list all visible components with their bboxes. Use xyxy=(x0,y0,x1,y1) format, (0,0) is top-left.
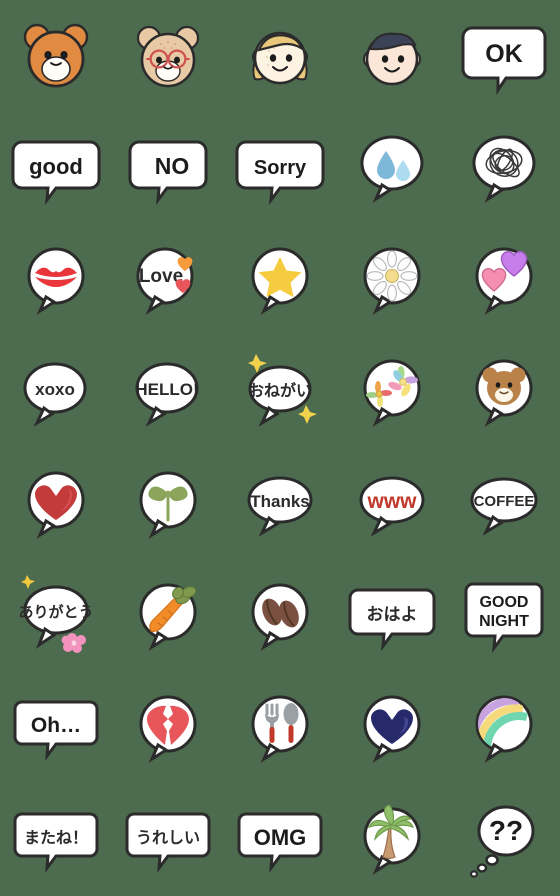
emoji-cell-bubble-xoxo[interactable]: xoxo xyxy=(0,336,112,448)
emoji-cell-bubble-navy-heart[interactable] xyxy=(336,672,448,784)
bubble-label-line2: NIGHT xyxy=(479,613,529,630)
emoji-cell-girl-face-blonde[interactable] xyxy=(224,0,336,112)
emoji-cell-bubble-scribble[interactable] xyxy=(448,112,560,224)
emoji-cell-bubble-love[interactable]: Love xyxy=(112,224,224,336)
emoji-cell-bubble-rainbow[interactable] xyxy=(448,672,560,784)
emoji-cell-bubble-ohayo[interactable]: おはよ xyxy=(336,560,448,672)
emoji-cell-bubble-kiss-lips[interactable] xyxy=(0,224,112,336)
bubble-label: おねがい xyxy=(248,381,312,400)
bubble-label: Oh… xyxy=(31,714,81,737)
bubble-label: good xyxy=(29,154,83,179)
flower-icon xyxy=(21,575,35,589)
emoji-cell-bubble-broken-heart[interactable] xyxy=(112,672,224,784)
emoji-cell-bubble-question-marks[interactable]: ?? xyxy=(448,784,560,896)
emoji-cell-bubble-red-heart[interactable] xyxy=(0,448,112,560)
emoji-cell-bubble-onegai[interactable]: おねがい xyxy=(224,336,336,448)
thought-dot xyxy=(485,854,499,866)
bubble-label: HELLO! xyxy=(135,380,198,399)
bubble-label: ありがとう xyxy=(18,603,93,621)
bubble-label: OK xyxy=(485,40,523,68)
thought-dot xyxy=(476,863,488,873)
emoji-cell-bubble-hello[interactable]: HELLO! xyxy=(112,336,224,448)
bubble-label: ?? xyxy=(489,815,523,846)
thought-dot xyxy=(469,870,479,878)
bubble-label: Sorry xyxy=(254,157,307,179)
emoji-cell-bubble-no[interactable]: NO xyxy=(112,112,224,224)
emoji-cell-bubble-coffee-beans[interactable] xyxy=(224,560,336,672)
emoji-cell-boy-face-dark-hair[interactable] xyxy=(336,0,448,112)
bubble-label-line1: GOOD xyxy=(480,594,529,611)
emoji-cell-bubble-flowers[interactable] xyxy=(336,336,448,448)
emoji-cell-bubble-sprout[interactable] xyxy=(112,448,224,560)
emoji-cell-bubble-good[interactable]: good xyxy=(0,112,112,224)
sparkle-icon xyxy=(298,405,317,424)
emoji-cell-bubble-palm-tree[interactable] xyxy=(336,784,448,896)
emoji-cell-bubble-two-hearts[interactable] xyxy=(448,224,560,336)
sakura-icon xyxy=(61,633,86,653)
bubble-label: xoxo xyxy=(35,380,75,399)
emoji-cell-bear-face-orange[interactable] xyxy=(0,0,112,112)
emoji-cell-bear-face-glasses[interactable] xyxy=(112,0,224,112)
emoji-cell-bubble-carrot[interactable] xyxy=(112,560,224,672)
emoji-cell-bubble-omg[interactable]: OMG xyxy=(224,784,336,896)
emoji-cell-bubble-ureshii[interactable]: うれしい xyxy=(112,784,224,896)
emoji-cell-bubble-thanks[interactable]: Thanks xyxy=(224,448,336,560)
emoji-cell-bubble-arigatou[interactable]: ありがとう xyxy=(0,560,112,672)
bubble-label: COFFEE xyxy=(474,493,535,510)
emoji-cell-bubble-fork-spoon[interactable] xyxy=(224,672,336,784)
emoji-cell-bubble-www[interactable]: www xyxy=(336,448,448,560)
bubble-label: OMG xyxy=(254,825,307,850)
emoji-cell-bubble-ok[interactable]: OK xyxy=(448,0,560,112)
emoji-cell-bubble-bear-head[interactable] xyxy=(448,336,560,448)
emoji-cell-bubble-good-night[interactable]: GOOD NIGHT xyxy=(448,560,560,672)
bubble-label: またね！ xyxy=(24,829,88,847)
emoji-cell-bubble-coffee[interactable]: COFFEE xyxy=(448,448,560,560)
emoji-cell-bubble-star[interactable] xyxy=(224,224,336,336)
bubble-label: NO xyxy=(155,153,190,179)
emoji-cell-bubble-sorry[interactable]: Sorry xyxy=(224,112,336,224)
emoji-cell-bubble-matane[interactable]: またね！ xyxy=(0,784,112,896)
emoji-grid: OK good NO Sorry Love xoxo HELLO! おねがい T… xyxy=(0,0,560,896)
emoji-cell-bubble-oh[interactable]: Oh… xyxy=(0,672,112,784)
bubble-label: Thanks xyxy=(250,492,310,511)
emoji-cell-bubble-sweat-drops[interactable] xyxy=(336,112,448,224)
emoji-cell-bubble-daisy-flower[interactable] xyxy=(336,224,448,336)
bubble-label: www xyxy=(366,490,417,513)
bubble-label: おはよ xyxy=(367,605,418,624)
bubble-label: うれしい xyxy=(136,829,200,847)
